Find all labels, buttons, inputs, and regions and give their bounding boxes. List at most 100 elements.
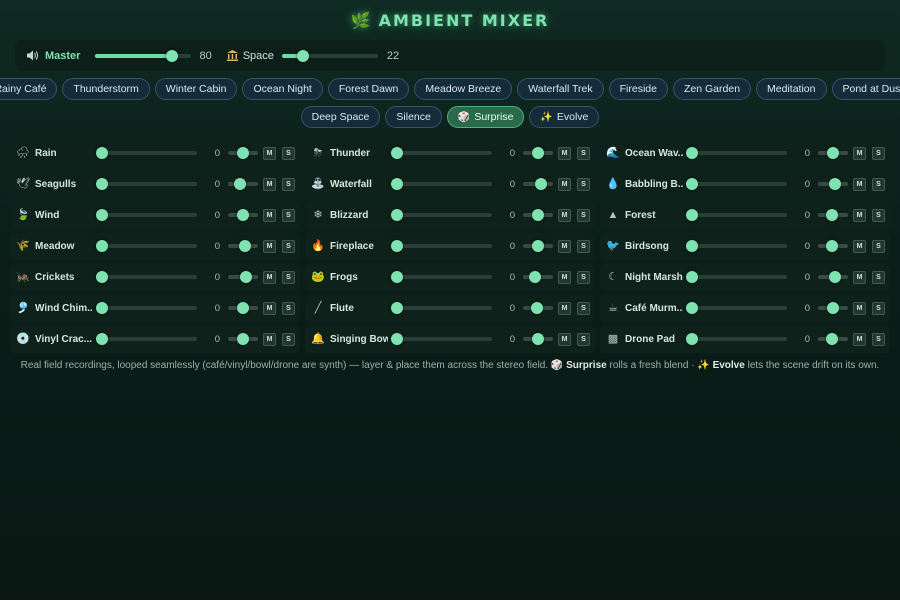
volume-slider[interactable] bbox=[686, 177, 787, 191]
volume-slider[interactable] bbox=[391, 332, 492, 346]
solo-button[interactable]: S bbox=[282, 178, 295, 191]
volume-slider[interactable] bbox=[686, 270, 787, 284]
preset-evolve[interactable]: ✨ Evolve bbox=[529, 106, 600, 128]
preset-surprise[interactable]: 🎲 Surprise bbox=[446, 106, 525, 128]
volume-knob[interactable] bbox=[391, 302, 403, 314]
volume-knob[interactable] bbox=[391, 147, 403, 159]
space-slider-knob[interactable] bbox=[297, 49, 310, 62]
pan-slider[interactable] bbox=[228, 146, 258, 160]
preset-meadow-breeze[interactable]: Meadow Breeze bbox=[414, 78, 513, 100]
preset-rainy-cafe[interactable]: Rainy Café bbox=[0, 78, 58, 100]
pan-knob[interactable] bbox=[532, 209, 544, 221]
solo-button[interactable]: S bbox=[282, 209, 295, 222]
solo-button[interactable]: S bbox=[872, 147, 885, 160]
mute-button[interactable]: M bbox=[558, 147, 571, 160]
pan-knob[interactable] bbox=[825, 240, 838, 252]
preset-forest-dawn[interactable]: Forest Dawn bbox=[327, 78, 410, 100]
pan-slider[interactable] bbox=[523, 270, 553, 284]
volume-slider[interactable] bbox=[686, 208, 787, 222]
solo-button[interactable]: S bbox=[282, 302, 295, 315]
volume-slider[interactable] bbox=[391, 239, 492, 253]
space-slider[interactable] bbox=[281, 49, 378, 63]
volume-slider[interactable] bbox=[686, 239, 787, 253]
pan-slider[interactable] bbox=[523, 332, 553, 346]
solo-button[interactable]: S bbox=[577, 209, 590, 222]
preset-thunderstorm[interactable]: Thunderstorm bbox=[62, 78, 150, 100]
preset-deep-space[interactable]: Deep Space bbox=[300, 106, 381, 128]
volume-knob[interactable] bbox=[96, 147, 108, 159]
volume-knob[interactable] bbox=[686, 271, 698, 283]
solo-button[interactable]: S bbox=[577, 240, 590, 253]
solo-button[interactable]: S bbox=[282, 147, 295, 160]
pan-knob[interactable] bbox=[828, 271, 841, 283]
solo-button[interactable]: S bbox=[872, 271, 885, 284]
mute-button[interactable]: M bbox=[263, 147, 276, 160]
volume-knob[interactable] bbox=[391, 240, 403, 252]
pan-knob[interactable] bbox=[529, 271, 541, 283]
pan-slider[interactable] bbox=[228, 177, 258, 191]
preset-waterfall-trek[interactable]: Waterfall Trek bbox=[517, 78, 604, 100]
volume-slider[interactable] bbox=[391, 208, 492, 222]
mute-button[interactable]: M bbox=[558, 271, 571, 284]
pan-slider[interactable] bbox=[523, 208, 553, 222]
pan-slider[interactable] bbox=[523, 239, 553, 253]
volume-knob[interactable] bbox=[686, 333, 698, 345]
pan-slider[interactable] bbox=[523, 177, 553, 191]
solo-button[interactable]: S bbox=[577, 271, 590, 284]
volume-slider[interactable] bbox=[686, 146, 787, 160]
pan-slider[interactable] bbox=[818, 208, 848, 222]
volume-knob[interactable] bbox=[96, 333, 108, 345]
solo-button[interactable]: S bbox=[282, 271, 295, 284]
volume-slider[interactable] bbox=[391, 270, 492, 284]
volume-slider[interactable] bbox=[391, 301, 492, 315]
pan-knob[interactable] bbox=[532, 147, 544, 159]
mute-button[interactable]: M bbox=[853, 147, 866, 160]
solo-button[interactable]: S bbox=[282, 240, 295, 253]
volume-knob[interactable] bbox=[686, 178, 698, 190]
pan-knob[interactable] bbox=[825, 209, 838, 221]
volume-knob[interactable] bbox=[96, 209, 108, 221]
volume-slider[interactable] bbox=[96, 146, 197, 160]
preset-pond-at-dusk[interactable]: Pond at Dusk bbox=[831, 78, 900, 100]
pan-slider[interactable] bbox=[523, 301, 553, 315]
pan-knob[interactable] bbox=[530, 302, 543, 314]
pan-slider[interactable] bbox=[228, 239, 258, 253]
mute-button[interactable]: M bbox=[263, 302, 276, 315]
volume-slider[interactable] bbox=[96, 208, 197, 222]
mute-button[interactable]: M bbox=[263, 333, 276, 346]
volume-knob[interactable] bbox=[686, 209, 698, 221]
solo-button[interactable]: S bbox=[577, 333, 590, 346]
solo-button[interactable]: S bbox=[872, 178, 885, 191]
pan-slider[interactable] bbox=[818, 146, 848, 160]
pan-knob[interactable] bbox=[535, 178, 547, 190]
volume-knob[interactable] bbox=[391, 178, 403, 190]
volume-slider[interactable] bbox=[96, 177, 197, 191]
mute-button[interactable]: M bbox=[558, 302, 571, 315]
volume-knob[interactable] bbox=[686, 240, 698, 252]
pan-knob[interactable] bbox=[237, 333, 249, 345]
solo-button[interactable]: S bbox=[872, 333, 885, 346]
mute-button[interactable]: M bbox=[558, 240, 571, 253]
volume-slider[interactable] bbox=[686, 332, 787, 346]
preset-zen-garden[interactable]: Zen Garden bbox=[673, 78, 752, 100]
mute-button[interactable]: M bbox=[853, 209, 866, 222]
volume-slider[interactable] bbox=[686, 301, 787, 315]
pan-knob[interactable] bbox=[532, 333, 544, 345]
preset-silence[interactable]: Silence bbox=[385, 106, 442, 128]
volume-slider[interactable] bbox=[391, 146, 492, 160]
mute-button[interactable]: M bbox=[263, 209, 276, 222]
mute-button[interactable]: M bbox=[853, 240, 866, 253]
pan-slider[interactable] bbox=[228, 270, 258, 284]
mute-button[interactable]: M bbox=[558, 178, 571, 191]
volume-knob[interactable] bbox=[96, 302, 108, 314]
pan-knob[interactable] bbox=[827, 147, 839, 159]
volume-slider[interactable] bbox=[391, 177, 492, 191]
volume-knob[interactable] bbox=[96, 271, 108, 283]
pan-knob[interactable] bbox=[238, 240, 251, 252]
mute-button[interactable]: M bbox=[263, 240, 276, 253]
pan-slider[interactable] bbox=[818, 270, 848, 284]
preset-fireside[interactable]: Fireside bbox=[608, 78, 668, 100]
solo-button[interactable]: S bbox=[577, 302, 590, 315]
volume-knob[interactable] bbox=[96, 178, 108, 190]
volume-knob[interactable] bbox=[96, 240, 108, 252]
